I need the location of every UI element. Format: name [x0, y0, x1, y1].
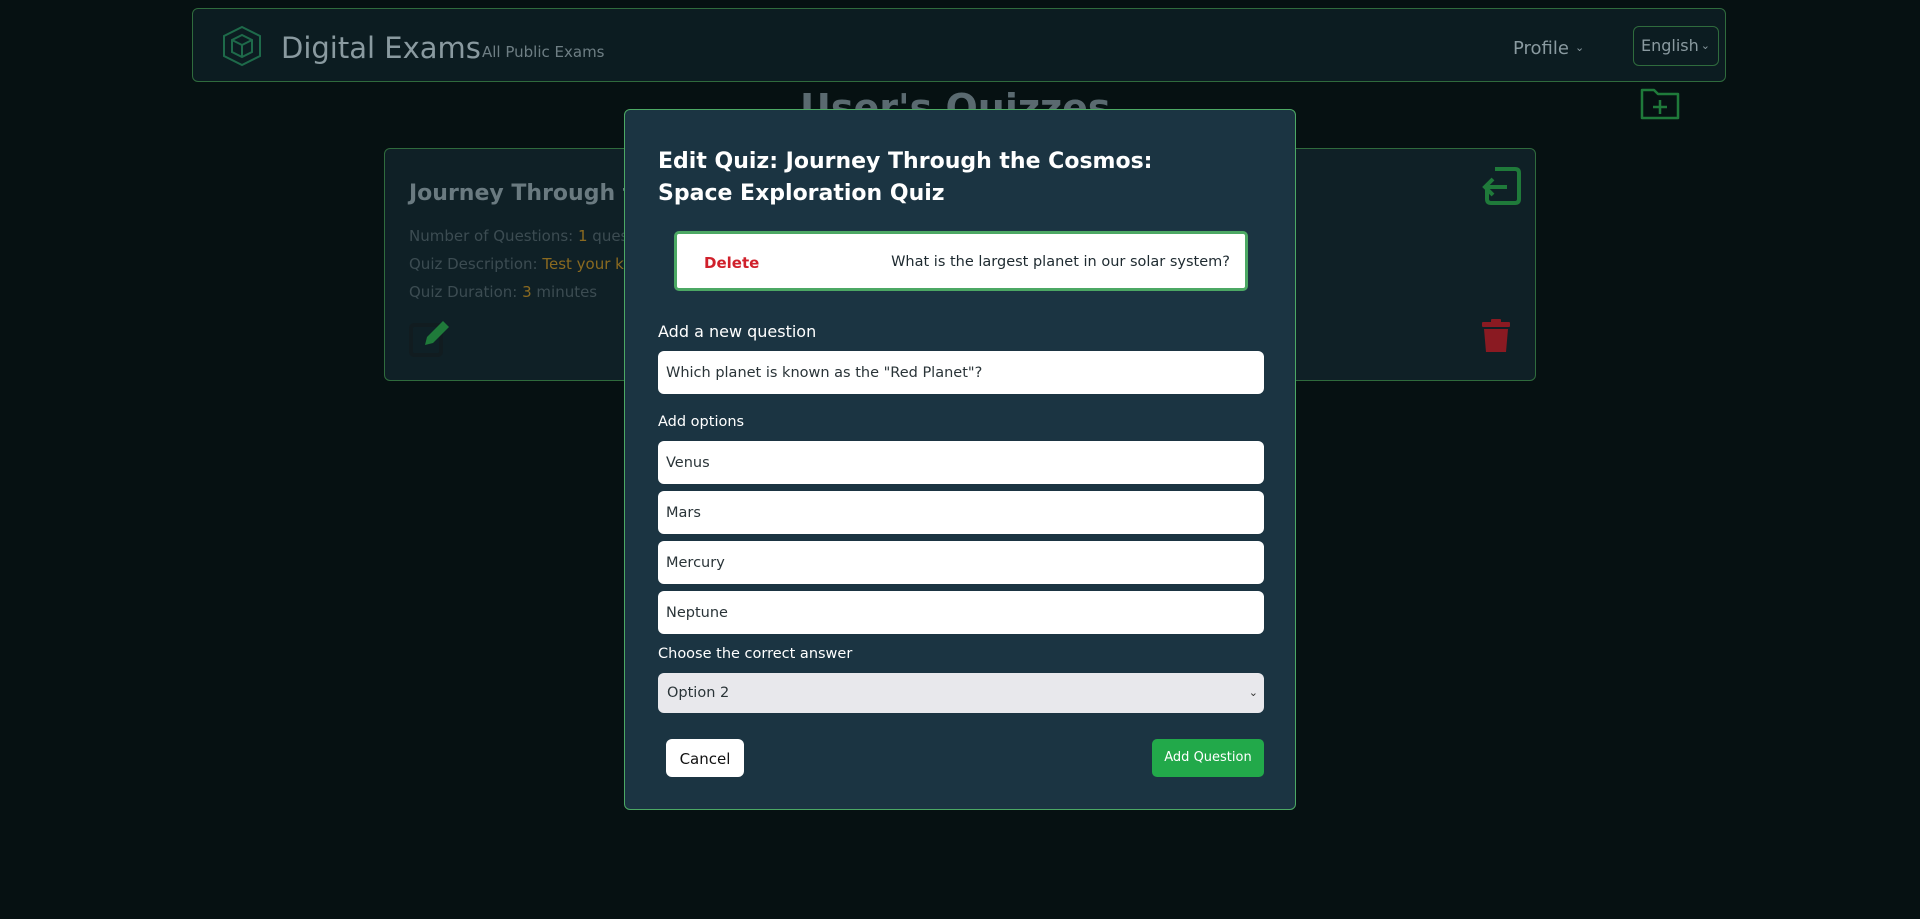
edit-icon[interactable]	[409, 317, 451, 359]
correct-answer-value: Option 2	[667, 685, 730, 701]
navbar: Digital Exams All Public Exams Profile ⌄ …	[192, 8, 1726, 82]
correct-answer-label: Choose the correct answer	[658, 646, 853, 662]
language-value: English	[1641, 36, 1699, 55]
cancel-button[interactable]: Cancel	[666, 739, 744, 777]
brand-name[interactable]: Digital Exams	[281, 31, 481, 65]
trash-icon[interactable]	[1481, 319, 1511, 353]
new-question-input[interactable]	[658, 351, 1264, 394]
correct-answer-select[interactable]: Option 2 ⌄	[658, 673, 1264, 713]
option-2-input[interactable]	[658, 491, 1264, 534]
quiz-duration: Quiz Duration: 3 minutes	[409, 283, 598, 301]
profile-label: Profile	[1513, 38, 1569, 59]
restore-icon[interactable]	[1481, 165, 1523, 205]
add-folder-icon[interactable]	[1640, 86, 1680, 120]
options-label: Add options	[658, 414, 745, 430]
chevron-down-icon: ⌄	[1700, 39, 1710, 52]
existing-question-text: What is the largest planet in our solar …	[891, 254, 1230, 270]
language-select[interactable]: English ⌄	[1633, 26, 1719, 66]
option-4-input[interactable]	[658, 591, 1264, 634]
delete-question-button[interactable]: Delete	[704, 254, 759, 272]
option-3-input[interactable]	[658, 541, 1264, 584]
all-public-exams-link[interactable]: All Public Exams	[482, 43, 605, 61]
chevron-down-icon: ⌄	[1248, 686, 1258, 699]
edit-quiz-modal: Edit Quiz: Journey Through the Cosmos: S…	[624, 109, 1296, 810]
profile-dropdown[interactable]: Profile ⌄	[1513, 38, 1584, 59]
add-question-button[interactable]: Add Question	[1152, 739, 1264, 777]
existing-question-item: Delete What is the largest planet in our…	[674, 231, 1248, 291]
chevron-down-icon: ⌄	[1574, 41, 1585, 54]
option-1-input[interactable]	[658, 441, 1264, 484]
cube-logo-icon[interactable]	[221, 25, 263, 67]
modal-title: Edit Quiz: Journey Through the Cosmos: S…	[658, 149, 1153, 206]
new-question-label: Add a new question	[658, 322, 817, 341]
